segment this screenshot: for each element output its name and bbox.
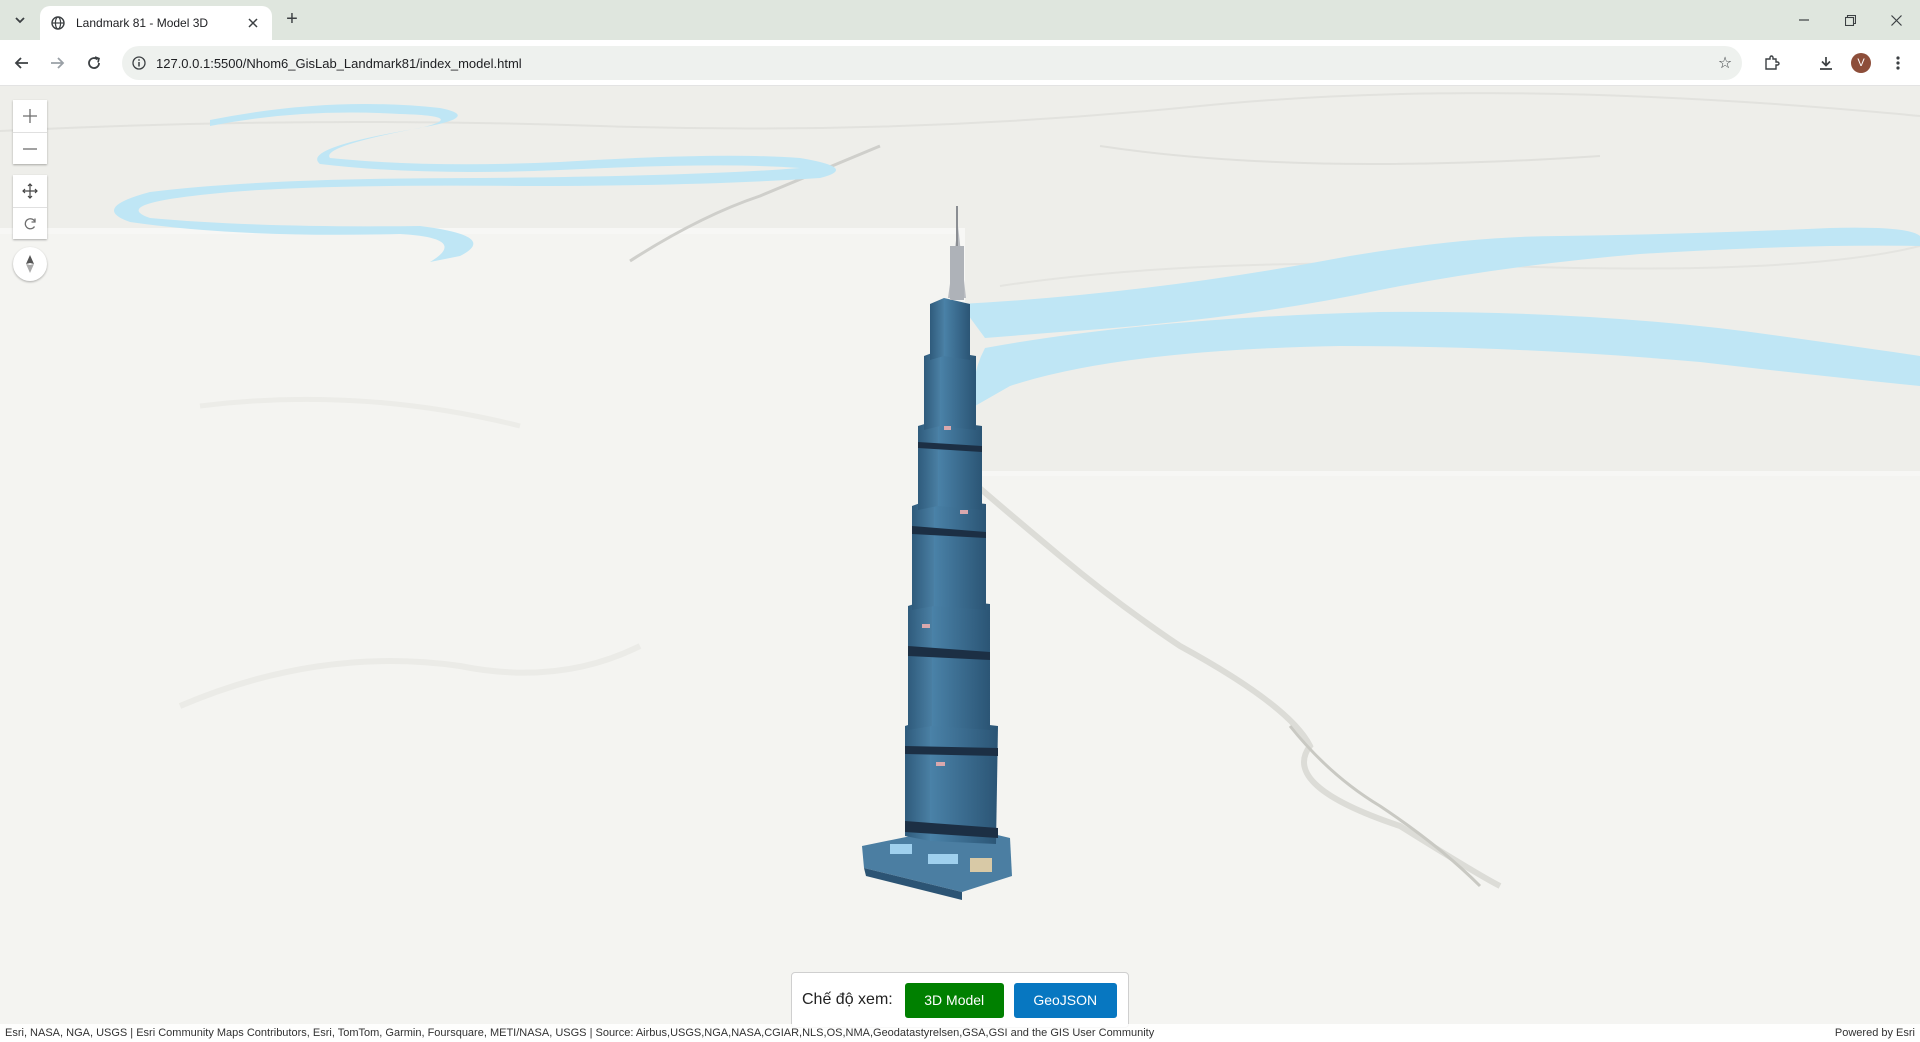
navigation-toggle — [13, 175, 47, 239]
back-arrow-icon[interactable] — [8, 49, 36, 77]
view-mode-panel: Chế độ xem: 3D Model GeoJSON — [791, 972, 1129, 1028]
zoom-in-icon[interactable] — [13, 100, 47, 132]
browser-toolbar: 127.0.0.1:5500/Nhom6_GisLab_Landmark81/i… — [0, 40, 1920, 86]
view-mode-label: Chế độ xem: — [802, 991, 893, 1008]
geojson-button[interactable]: GeoJSON — [1013, 982, 1117, 1018]
zoom-controls — [13, 100, 47, 164]
site-info-icon[interactable] — [122, 46, 156, 80]
3d-model-button[interactable]: 3D Model — [904, 982, 1004, 1018]
bookmark-star-icon[interactable]: ☆ — [1708, 46, 1742, 80]
extensions-puzzle-icon[interactable] — [1758, 49, 1786, 77]
attribution-text[interactable]: Esri, NASA, NGA, USGS | Esri Community M… — [5, 1027, 1827, 1039]
tab-search-chevron-icon[interactable] — [8, 8, 32, 32]
minimize-window-icon[interactable] — [1781, 8, 1827, 32]
forward-arrow-icon[interactable] — [43, 49, 71, 77]
profile-avatar[interactable]: V — [1851, 53, 1871, 73]
map-view[interactable]: Chế độ xem: 3D Model GeoJSON — [0, 86, 1920, 1030]
address-bar[interactable]: 127.0.0.1:5500/Nhom6_GisLab_Landmark81/i… — [122, 46, 1742, 80]
globe-icon — [50, 15, 66, 31]
downloads-icon[interactable] — [1812, 49, 1840, 77]
pan-icon[interactable] — [13, 175, 47, 207]
address-url: 127.0.0.1:5500/Nhom6_GisLab_Landmark81/i… — [156, 55, 522, 71]
compass-icon[interactable] — [13, 247, 47, 281]
browser-menu-icon[interactable] — [1884, 49, 1912, 77]
browser-tab-active[interactable]: Landmark 81 - Model 3D — [40, 6, 272, 40]
rotate-icon[interactable] — [13, 207, 47, 239]
map-attribution: Esri, NASA, NGA, USGS | Esri Community M… — [0, 1024, 1920, 1042]
new-tab-icon[interactable]: + — [281, 9, 303, 31]
browser-tabstrip: Landmark 81 - Model 3D + — [0, 0, 1920, 40]
restore-window-icon[interactable] — [1827, 8, 1873, 32]
close-tab-icon[interactable] — [244, 14, 262, 32]
powered-by-esri-link[interactable]: Powered by Esri — [1835, 1027, 1915, 1039]
map-scene-graphic — [0, 86, 1920, 1030]
tab-title: Landmark 81 - Model 3D — [76, 16, 209, 30]
reload-icon[interactable] — [80, 49, 108, 77]
zoom-out-icon[interactable] — [13, 132, 47, 164]
close-window-icon[interactable] — [1873, 8, 1919, 32]
